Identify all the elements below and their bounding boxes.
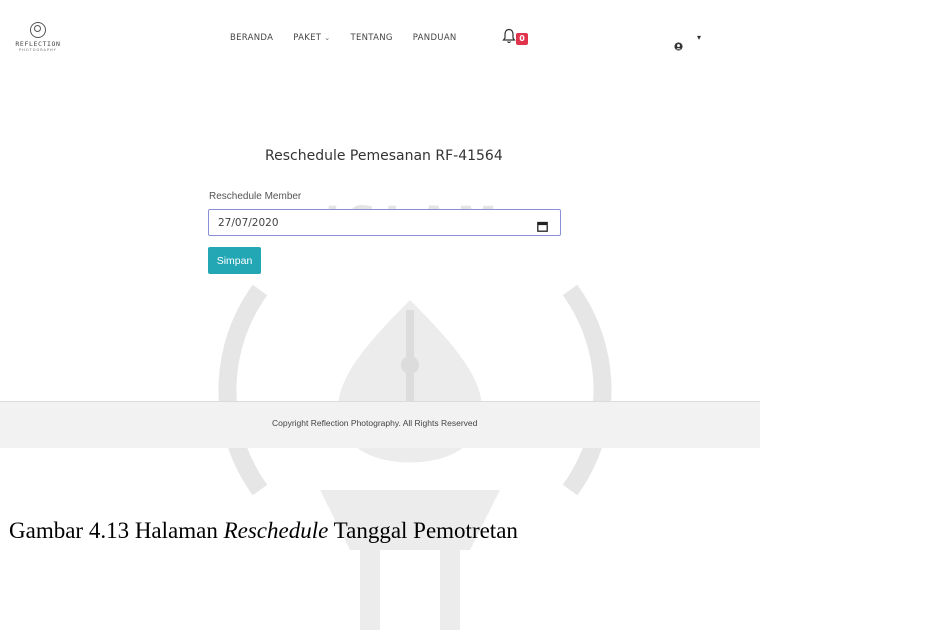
copyright-text: Copyright Reflection Photography. All Ri… <box>272 418 478 428</box>
page-title: Reschedule Pemesanan RF-41564 <box>265 148 503 164</box>
main-menu: BERANDA PAKET ⌄ TENTANG PANDUAN <box>230 33 477 43</box>
bell-icon[interactable] <box>502 28 516 44</box>
top-navbar: REFLECTION PHOTOGRAPHY BERANDA PAKET ⌄ TE… <box>0 0 760 80</box>
calendar-icon[interactable] <box>537 217 548 232</box>
logo-icon <box>30 22 46 38</box>
nav-item-panduan[interactable]: PANDUAN <box>413 33 457 43</box>
caption-prefix: Gambar 4.13 Halaman <box>9 518 224 543</box>
reschedule-date-input[interactable]: 27/07/2020 <box>208 209 561 236</box>
brand-logo[interactable]: REFLECTION PHOTOGRAPHY <box>6 22 70 52</box>
brand-name: REFLECTION <box>15 40 61 48</box>
nav-item-label: BERANDA <box>230 33 274 43</box>
nav-item-tentang[interactable]: TENTANG <box>350 33 392 43</box>
footer: Copyright Reflection Photography. All Ri… <box>0 401 760 448</box>
notification-badge[interactable]: 0 <box>516 33 528 45</box>
app-screenshot: REFLECTION PHOTOGRAPHY BERANDA PAKET ⌄ TE… <box>0 0 760 450</box>
brand-tagline: PHOTOGRAPHY <box>19 48 57 52</box>
nav-item-label: PANDUAN <box>412 33 457 43</box>
nav-item-paket[interactable]: PAKET ⌄ <box>293 33 330 43</box>
user-dropdown-caret-icon[interactable]: ▾ <box>697 33 701 42</box>
nav-item-label: TENTANG <box>350 33 393 43</box>
figure-caption: Gambar 4.13 Halaman Reschedule Tanggal P… <box>9 518 518 544</box>
reschedule-label: Reschedule Member <box>209 191 302 202</box>
nav-item-label: PAKET <box>293 33 322 43</box>
chevron-down-icon: ⌄ <box>324 34 331 42</box>
save-button[interactable]: Simpan <box>208 247 261 274</box>
user-circle-icon[interactable] <box>674 36 683 51</box>
caption-suffix: Tanggal Pemotretan <box>328 518 518 543</box>
caption-italic: Reschedule <box>223 518 329 543</box>
nav-item-beranda[interactable]: BERANDA <box>230 33 273 43</box>
date-value: 27/07/2020 <box>218 217 279 229</box>
